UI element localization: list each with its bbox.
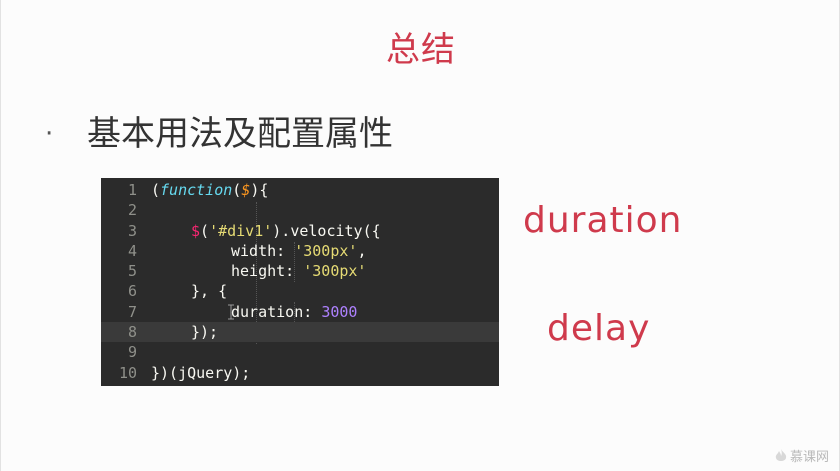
code-token: ( bbox=[151, 181, 161, 199]
code-token: }, { bbox=[191, 282, 228, 301]
code-text: height: '300px' bbox=[231, 261, 366, 281]
line-number: 9 bbox=[127, 343, 137, 362]
code-token: duration: bbox=[231, 302, 322, 321]
code-token-argument: $ bbox=[241, 181, 251, 199]
code-line-1: 1 (function($){ bbox=[101, 180, 499, 200]
slide-title: 总结 bbox=[386, 30, 456, 70]
code-text: (function($){ bbox=[151, 180, 268, 200]
label-delay: delay bbox=[547, 308, 651, 349]
code-line-6: 6 }, { bbox=[101, 281, 499, 301]
line-number: 7 bbox=[127, 302, 137, 321]
line-number: 6 bbox=[127, 282, 137, 301]
code-line-4: 4 width: '300px', bbox=[101, 241, 499, 261]
code-text: }, { bbox=[191, 281, 227, 301]
line-number: 5 bbox=[127, 262, 137, 281]
code-line-10: 10 })(jQuery); bbox=[101, 363, 499, 383]
code-line-2: 2 bbox=[101, 200, 499, 220]
code-token: ).velocity({ bbox=[272, 221, 381, 240]
code-token: })(jQuery); bbox=[151, 363, 251, 382]
code-token: ( bbox=[200, 221, 210, 240]
flame-logo-icon bbox=[775, 448, 787, 461]
line-number: 4 bbox=[127, 241, 137, 260]
label-duration: duration bbox=[523, 200, 683, 241]
watermark: 慕课网 bbox=[775, 446, 829, 465]
code-text: $('#div1').velocity({ bbox=[191, 221, 381, 241]
code-text: duration: 3000 bbox=[231, 302, 357, 322]
code-token-string: '300px' bbox=[303, 262, 367, 281]
line-number: 2 bbox=[127, 201, 137, 220]
code-text: })(jQuery); bbox=[151, 363, 250, 383]
code-text: }); bbox=[191, 322, 218, 342]
text-cursor-icon bbox=[228, 304, 234, 320]
code-token: , bbox=[357, 241, 367, 260]
code-token-string: '#div1' bbox=[209, 221, 273, 240]
code-token: ){ bbox=[250, 181, 269, 199]
code-token-keyword: function bbox=[160, 181, 233, 199]
code-token: }); bbox=[191, 323, 219, 342]
code-line-5: 5 height: '300px' bbox=[101, 261, 499, 281]
code-token-string: '300px' bbox=[294, 241, 358, 260]
code-token: ( bbox=[232, 181, 242, 199]
line-number: 10 bbox=[118, 363, 137, 382]
line-number: 1 bbox=[127, 181, 137, 199]
code-line-8: 8 }); bbox=[101, 322, 499, 343]
bullet-item: · 基本用法及配置属性 bbox=[45, 114, 393, 154]
code-editor: 1 (function($){ 2 3 $('#div1').velocity(… bbox=[101, 178, 499, 386]
code-token: width: bbox=[231, 241, 295, 260]
code-text: width: '300px', bbox=[231, 241, 366, 261]
code-line-9: 9 bbox=[101, 342, 499, 362]
bullet-marker: · bbox=[45, 119, 54, 149]
code-token-number: 3000 bbox=[321, 302, 358, 321]
code-line-3: 3 $('#div1').velocity({ bbox=[101, 221, 499, 241]
line-number: 3 bbox=[127, 221, 137, 240]
bullet-text: 基本用法及配置属性 bbox=[87, 114, 393, 154]
slide: 总结 · 基本用法及配置属性 1 (function($){ 2 3 $('#d… bbox=[0, 0, 840, 471]
line-number: 8 bbox=[101, 322, 137, 343]
code-line-7: 7 duration: 3000 bbox=[101, 302, 499, 322]
code-token-function: $ bbox=[191, 221, 201, 240]
watermark-text: 慕课网 bbox=[789, 450, 829, 465]
code-token: height: bbox=[231, 262, 304, 281]
